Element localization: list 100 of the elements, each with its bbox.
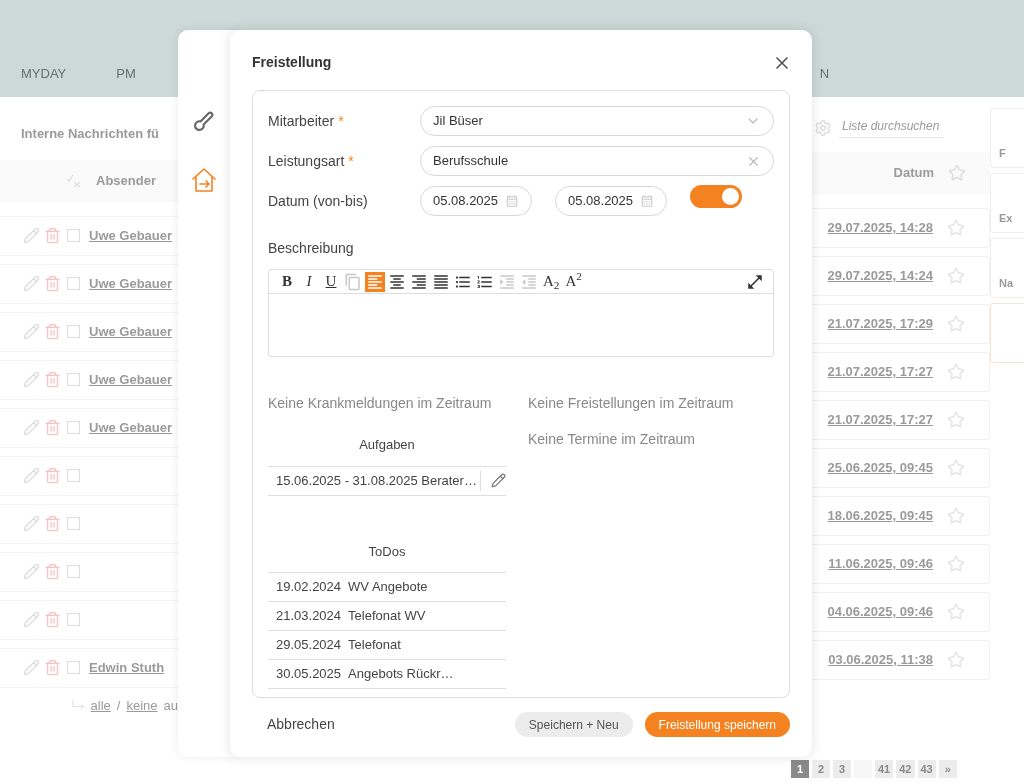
side-tile[interactable]: F bbox=[990, 108, 1024, 168]
star-icon[interactable] bbox=[947, 411, 965, 429]
row-checkbox[interactable] bbox=[67, 421, 80, 434]
todo-item[interactable]: 29.05.2024 Telefonat bbox=[268, 631, 506, 660]
date-link[interactable]: 04.06.2025, 09:46 bbox=[827, 602, 933, 622]
date-link[interactable]: 03.06.2025, 11:38 bbox=[828, 650, 933, 670]
todo-item[interactable]: 21.03.2024 Telefonat WV bbox=[268, 602, 506, 631]
save-button[interactable]: Freistellung speichern bbox=[644, 712, 790, 737]
side-tile[interactable]: Ex bbox=[990, 173, 1024, 233]
trash-icon[interactable] bbox=[44, 419, 61, 436]
date-link[interactable]: 21.07.2025, 17:29 bbox=[827, 314, 933, 334]
task-text[interactable]: 15.06.2025 - 31.08.2025 Berater… bbox=[268, 470, 480, 491]
italic-button[interactable]: I bbox=[299, 271, 319, 292]
separator-text: / bbox=[116, 696, 121, 715]
cancel-link[interactable]: Abbrechen bbox=[267, 714, 335, 735]
trash-icon[interactable] bbox=[44, 515, 61, 532]
star-icon[interactable] bbox=[947, 363, 965, 381]
trash-icon[interactable] bbox=[44, 323, 61, 340]
trash-icon[interactable] bbox=[44, 275, 61, 292]
nav-item[interactable]: N bbox=[819, 63, 830, 83]
column-header[interactable]: Datum bbox=[893, 163, 934, 183]
page-button[interactable]: 2 bbox=[812, 760, 830, 778]
trash-icon[interactable] bbox=[44, 611, 61, 628]
todo-date: 19.02.2024 bbox=[276, 578, 342, 597]
date-link[interactable]: 11.06.2025, 09:46 bbox=[828, 554, 933, 574]
todo-item[interactable]: 30.05.2025 Angebots Rückr… bbox=[268, 660, 506, 689]
check-cross-icon[interactable] bbox=[66, 173, 82, 188]
date-link[interactable]: 29.07.2025, 14:28 bbox=[827, 218, 933, 238]
page-button[interactable]: 3 bbox=[833, 760, 851, 778]
trash-icon[interactable] bbox=[44, 227, 61, 244]
calendar-icon[interactable] bbox=[640, 194, 654, 208]
pencil-icon[interactable] bbox=[491, 473, 506, 488]
sender-link[interactable]: Uwe Gebauer bbox=[89, 417, 173, 438]
toggle-switch[interactable] bbox=[690, 184, 742, 208]
star-icon[interactable] bbox=[947, 459, 965, 477]
date-link[interactable]: 21.07.2025, 17:27 bbox=[827, 410, 933, 430]
calendar-icon[interactable] bbox=[505, 194, 519, 208]
todo-item[interactable]: 19.02.2024 WV Angebote bbox=[268, 573, 506, 602]
star-icon[interactable] bbox=[947, 219, 965, 237]
save-new-button[interactable]: Speichern + Neu bbox=[514, 712, 633, 737]
row-checkbox[interactable] bbox=[67, 661, 80, 674]
page-button[interactable]: » bbox=[938, 760, 957, 778]
select-link[interactable]: keine bbox=[126, 695, 158, 715]
trash-icon[interactable] bbox=[44, 371, 61, 388]
tile-label: F bbox=[999, 145, 1006, 161]
todo-text: Telefonat WV bbox=[348, 607, 426, 626]
row-checkbox[interactable] bbox=[67, 277, 80, 290]
page-button[interactable]: 43 bbox=[917, 760, 936, 778]
subscript-button[interactable]: A$_{2}$ bbox=[541, 271, 562, 292]
list-title: Interne Nachrichten fü bbox=[21, 125, 160, 143]
star-icon[interactable] bbox=[947, 267, 965, 285]
star-icon[interactable] bbox=[947, 555, 965, 573]
trash-icon[interactable] bbox=[44, 563, 61, 580]
tile-label: Ex bbox=[999, 210, 1013, 226]
select-link[interactable]: alle bbox=[90, 695, 111, 715]
row-checkbox[interactable] bbox=[67, 517, 80, 530]
trash-icon[interactable] bbox=[44, 659, 61, 676]
date-link[interactable]: 18.06.2025, 09:45 bbox=[827, 506, 933, 526]
star-icon[interactable] bbox=[947, 603, 965, 621]
nav-item[interactable]: MYDAY bbox=[21, 63, 67, 83]
todo-date: 21.03.2024 bbox=[276, 607, 342, 626]
star-icon[interactable] bbox=[947, 507, 965, 525]
sender-link[interactable]: Uwe Gebauer bbox=[89, 225, 173, 246]
required-mark: * bbox=[338, 111, 344, 131]
field-label: Datum (von-bis) bbox=[268, 191, 369, 211]
row-checkbox[interactable] bbox=[67, 229, 80, 242]
row-checkbox[interactable] bbox=[67, 325, 80, 338]
star-icon[interactable] bbox=[947, 651, 965, 669]
sender-link[interactable]: Uwe Gebauer bbox=[89, 321, 173, 342]
row-checkbox[interactable] bbox=[67, 565, 80, 578]
page-button[interactable]: 41 bbox=[875, 760, 894, 778]
side-tile[interactable]: Na bbox=[990, 238, 1024, 298]
star-icon[interactable] bbox=[947, 315, 965, 333]
star-icon[interactable] bbox=[948, 164, 966, 182]
settings-icon[interactable] bbox=[814, 118, 832, 137]
todo-date: 29.05.2024 bbox=[276, 636, 342, 655]
column-header[interactable]: Absender bbox=[96, 170, 156, 191]
row-checkbox[interactable] bbox=[67, 469, 80, 482]
superscript-button[interactable]: A$^{2}$ bbox=[563, 271, 584, 292]
rich-text-editor[interactable]: B I U A$_{2}$ A$^{2}$ bbox=[268, 269, 774, 357]
row-checkbox[interactable] bbox=[67, 613, 80, 626]
side-tile[interactable] bbox=[990, 303, 1024, 363]
page-button[interactable]: 1 bbox=[791, 760, 809, 778]
field-label: Beschreibung bbox=[268, 239, 355, 258]
trash-icon[interactable] bbox=[44, 467, 61, 484]
underline-button[interactable]: U bbox=[321, 271, 341, 292]
date-link[interactable]: 25.06.2025, 09:45 bbox=[827, 458, 933, 478]
search-field[interactable]: Liste durchsuchen bbox=[839, 117, 943, 138]
sender-link[interactable]: Uwe Gebauer bbox=[89, 273, 173, 294]
row-checkbox[interactable] bbox=[67, 373, 80, 386]
sender-link[interactable]: Edwin Stuth bbox=[89, 657, 165, 678]
date-link[interactable]: 29.07.2025, 14:24 bbox=[827, 266, 933, 286]
bold-button[interactable]: B bbox=[277, 271, 297, 292]
required-mark: * bbox=[348, 151, 354, 171]
date-link[interactable]: 21.07.2025, 17:27 bbox=[827, 362, 933, 382]
sender-link[interactable]: Uwe Gebauer bbox=[89, 369, 173, 390]
house-exit-tab[interactable] bbox=[191, 167, 217, 193]
nav-item[interactable]: PM bbox=[116, 63, 136, 83]
align-left-button[interactable] bbox=[365, 271, 385, 292]
page-button[interactable]: 42 bbox=[896, 760, 915, 778]
